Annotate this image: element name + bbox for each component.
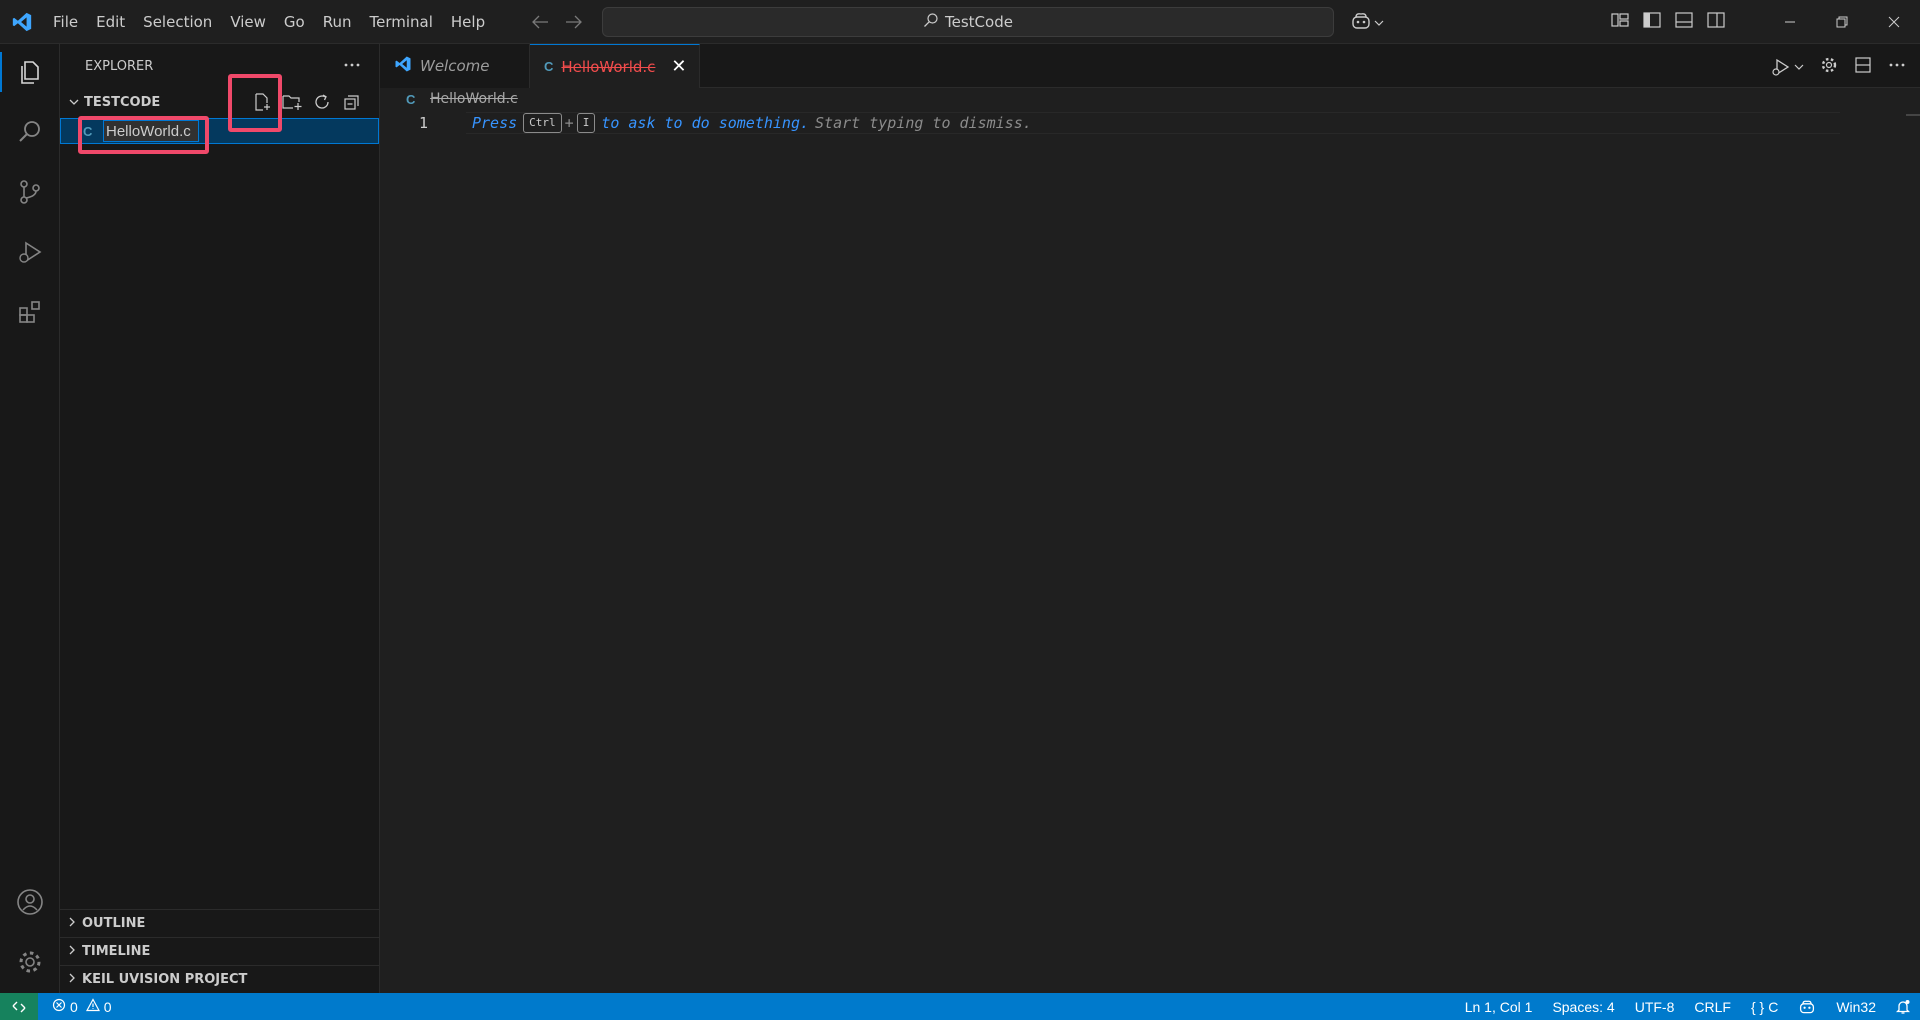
- warning-icon: [85, 998, 100, 1015]
- command-center-label: TestCode: [945, 13, 1013, 31]
- indentation[interactable]: Spaces: 4: [1542, 999, 1624, 1015]
- folder-name: TESTCODE: [84, 94, 161, 110]
- encoding[interactable]: UTF-8: [1625, 999, 1685, 1015]
- more-actions-icon[interactable]: [1888, 56, 1906, 78]
- problems-indicator[interactable]: 0 0: [52, 998, 112, 1015]
- close-tab-icon[interactable]: ✕: [671, 56, 686, 77]
- warning-count: 0: [103, 998, 112, 1015]
- breadcrumb: C HelloWorld.c: [380, 88, 1920, 110]
- menu-run[interactable]: Run: [314, 0, 361, 44]
- activity-bar: [0, 44, 60, 993]
- c-file-icon: C: [406, 91, 416, 107]
- title-bar: File Edit Selection View Go Run Terminal…: [0, 0, 1920, 44]
- section-keil-uvision-project[interactable]: KEIL UVISION PROJECT: [60, 965, 380, 993]
- close-window-icon[interactable]: [1868, 0, 1920, 44]
- minimap[interactable]: [1906, 114, 1920, 116]
- copilot-status-icon[interactable]: [1788, 999, 1826, 1015]
- menu-help[interactable]: Help: [442, 0, 494, 44]
- current-line-highlight: [466, 112, 1840, 134]
- notifications-bell-icon[interactable]: [1886, 999, 1920, 1015]
- section-keil-label: KEIL UVISION PROJECT: [82, 972, 248, 987]
- back-arrow-icon[interactable]: [530, 12, 550, 32]
- search-view-icon[interactable]: [0, 104, 60, 160]
- extensions-icon[interactable]: [0, 284, 60, 340]
- toggle-primary-sidebar-icon[interactable]: [1642, 11, 1662, 33]
- chevron-right-icon: [68, 916, 76, 931]
- run-debug-icon[interactable]: [0, 224, 60, 280]
- explorer-icon[interactable]: [0, 44, 60, 100]
- platform-config[interactable]: Win32: [1826, 999, 1886, 1015]
- explorer-sidebar: EXPLORER TESTCODE C OUTLINE TIMELINE: [60, 44, 380, 993]
- braces-icon: { }: [1750, 998, 1765, 1015]
- chevron-right-icon: [68, 972, 76, 987]
- tab-bar: Welcome C HelloWorld.c ✕: [380, 44, 1920, 88]
- menu-view[interactable]: View: [221, 0, 275, 44]
- tab-helloworld[interactable]: C HelloWorld.c ✕: [530, 44, 700, 88]
- minimize-icon[interactable]: [1764, 0, 1816, 44]
- section-outline-label: OUTLINE: [82, 916, 146, 931]
- source-control-icon[interactable]: [0, 164, 60, 220]
- tab-welcome[interactable]: Welcome: [380, 44, 530, 88]
- search-icon: [923, 12, 939, 32]
- highlight-rename: [78, 116, 209, 154]
- restore-icon[interactable]: [1816, 0, 1868, 44]
- chevron-right-icon: [68, 944, 76, 959]
- cursor-position[interactable]: Ln 1, Col 1: [1455, 999, 1543, 1015]
- copilot-icon: [1350, 11, 1372, 35]
- language-mode[interactable]: { } C: [1741, 999, 1788, 1015]
- tab-welcome-label: Welcome: [420, 57, 490, 75]
- highlight-new-file: [228, 74, 282, 132]
- menu-bar: File Edit Selection View Go Run Terminal…: [44, 0, 494, 43]
- section-outline[interactable]: OUTLINE: [60, 909, 380, 937]
- status-bar: 0 0 Ln 1, Col 1 Spaces: 4 UTF-8 CRLF { }…: [0, 993, 1920, 1020]
- error-icon: [52, 998, 66, 1015]
- language-label: C: [1768, 998, 1779, 1015]
- code-line-1[interactable]: 1 Press Ctrl + I to ask to do something.…: [380, 112, 1920, 134]
- section-timeline[interactable]: TIMELINE: [60, 937, 380, 965]
- run-code-icon[interactable]: [1770, 57, 1804, 77]
- menu-terminal[interactable]: Terminal: [361, 0, 442, 44]
- new-folder-icon[interactable]: [282, 92, 302, 112]
- customize-layout-icon[interactable]: [1610, 11, 1630, 33]
- c-file-icon: C: [544, 59, 554, 74]
- toggle-panel-icon[interactable]: [1674, 11, 1694, 33]
- breadcrumb-file[interactable]: HelloWorld.c: [430, 91, 518, 107]
- end-of-line[interactable]: CRLF: [1684, 999, 1741, 1015]
- remote-indicator-icon[interactable]: [0, 993, 38, 1020]
- manage-gear-icon[interactable]: [0, 934, 60, 990]
- collapse-all-icon[interactable]: [342, 92, 362, 112]
- split-editor-icon[interactable]: [1854, 56, 1872, 78]
- error-count: 0: [70, 998, 78, 1015]
- vscode-logo-icon: [394, 55, 412, 77]
- forward-arrow-icon[interactable]: [564, 12, 584, 32]
- toggle-secondary-sidebar-icon[interactable]: [1706, 11, 1726, 33]
- folder-header-testcode[interactable]: TESTCODE: [60, 88, 379, 116]
- tab-helloworld-label: HelloWorld.c: [561, 57, 656, 76]
- chevron-down-icon: [1374, 16, 1384, 31]
- accounts-icon[interactable]: [0, 874, 60, 930]
- menu-file[interactable]: File: [44, 0, 87, 44]
- explorer-title: EXPLORER: [85, 58, 154, 74]
- line-number: 1: [418, 114, 428, 132]
- section-timeline-label: TIMELINE: [82, 944, 151, 959]
- settings-gear-icon[interactable]: [1820, 56, 1838, 78]
- editor-area: Welcome C HelloWorld.c ✕ C HelloWorld.c …: [380, 44, 1920, 993]
- chevron-down-icon: [66, 98, 82, 106]
- menu-go[interactable]: Go: [275, 0, 314, 44]
- copilot-menu-button[interactable]: [1350, 11, 1384, 35]
- vscode-logo-icon: [0, 0, 44, 44]
- more-actions-icon[interactable]: [343, 56, 361, 78]
- menu-selection[interactable]: Selection: [134, 0, 221, 44]
- command-center-search[interactable]: TestCode: [602, 7, 1334, 37]
- refresh-icon[interactable]: [312, 92, 332, 112]
- menu-edit[interactable]: Edit: [87, 0, 134, 44]
